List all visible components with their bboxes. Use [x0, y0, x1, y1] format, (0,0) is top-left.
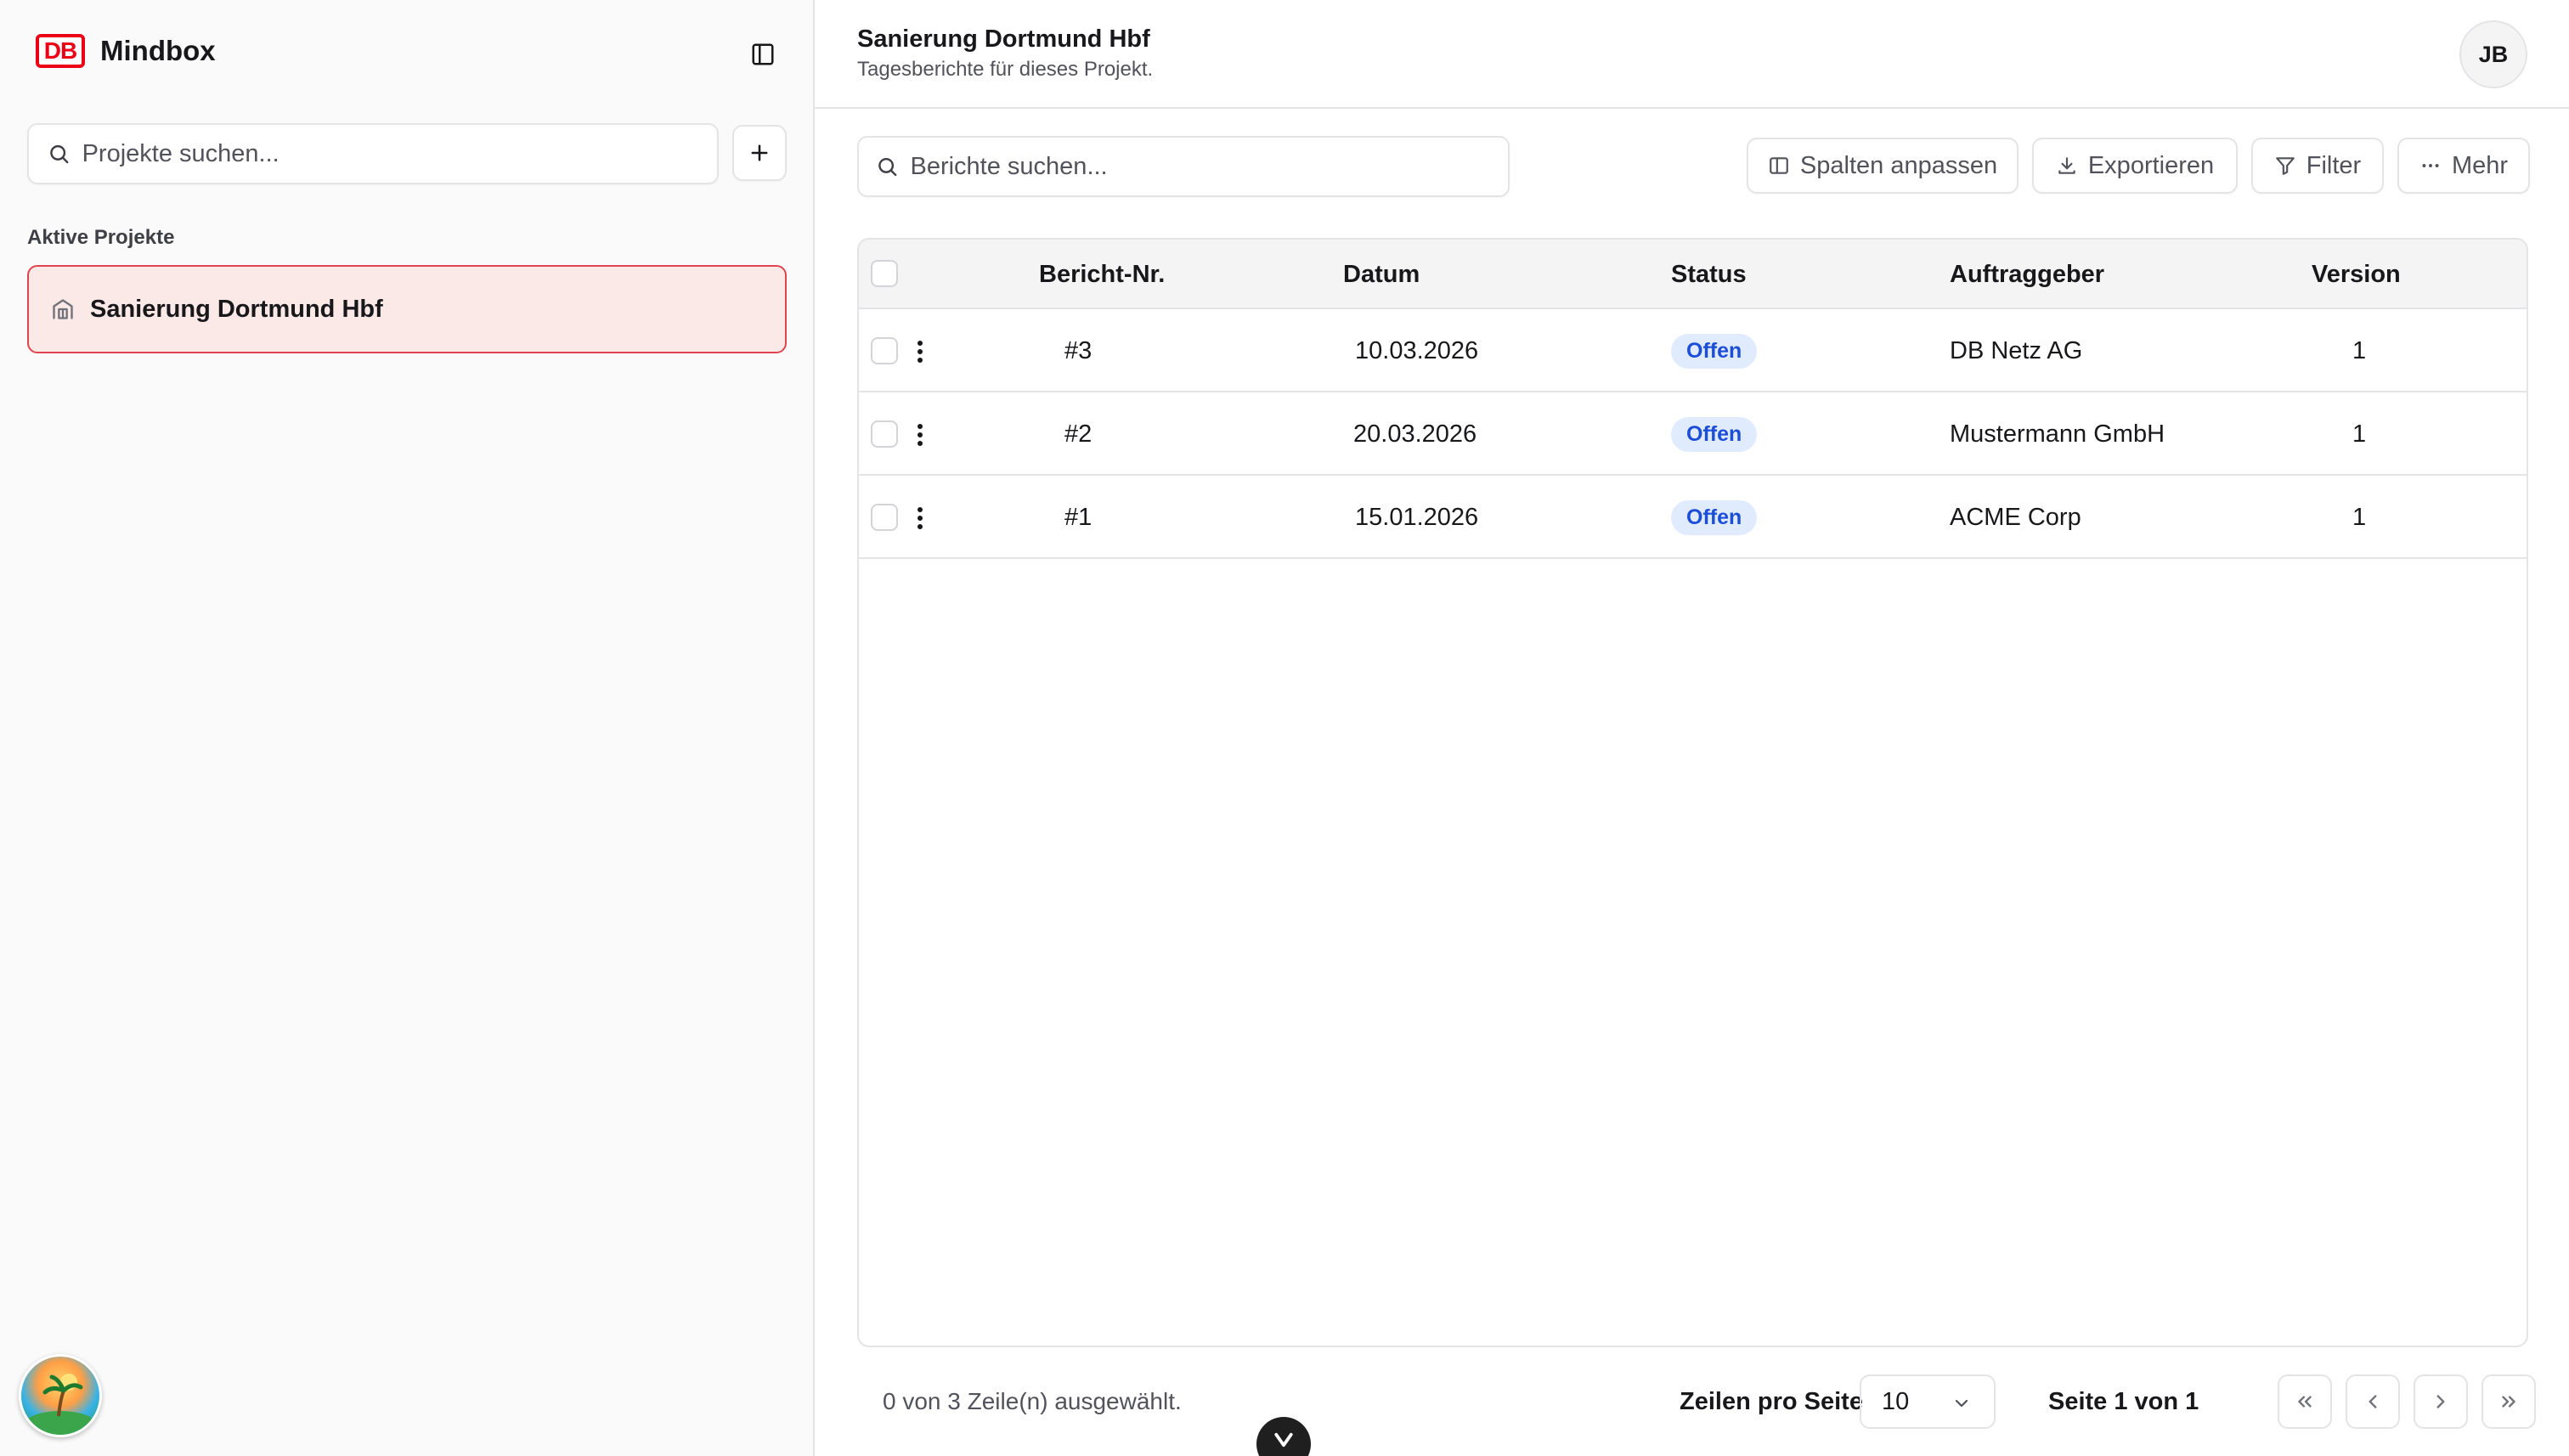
search-icon	[878, 157, 897, 177]
filter-icon	[2275, 157, 2295, 175]
chevrons-right-icon	[2502, 1396, 2515, 1408]
chevron-down-icon	[1274, 1432, 1293, 1448]
columns-icon	[1770, 157, 1788, 174]
main-content: Sanierung Dortmund Hbf Tagesberichte für…	[815, 0, 2569, 1456]
panel-left-icon	[752, 43, 774, 65]
row-actions-button[interactable]	[908, 418, 932, 452]
row-checkbox[interactable]	[871, 504, 898, 531]
island-icon	[26, 1374, 94, 1435]
column-header-version[interactable]: Version	[2312, 240, 2401, 309]
project-search-input[interactable]	[82, 139, 717, 168]
previous-page-button[interactable]	[2346, 1374, 2400, 1429]
cell-version: 1	[2352, 336, 2367, 364]
sidebar-item-project[interactable]: Sanierung Dortmund Hbf	[27, 265, 787, 353]
page-info: Seite 1 von 1	[2048, 1388, 2199, 1415]
cell-status: Offen	[1671, 392, 1758, 476]
column-header-datum[interactable]: Datum	[1343, 240, 1420, 309]
table-row[interactable]: #3 10.03.2026 Offen DB Netz AG 1	[859, 309, 2527, 392]
page-title: Sanierung Dortmund Hbf	[857, 25, 1150, 53]
columns-button[interactable]: Spalten anpassen	[1747, 138, 2019, 194]
sidebar: DB Mindbox Aktive Projekte Sanierung Dor	[0, 0, 815, 1456]
add-project-button[interactable]	[732, 125, 787, 181]
export-button-label: Exportieren	[2087, 151, 2215, 179]
table-header-row: Bericht-Nr. Datum Status Auftraggeber Ve…	[859, 240, 2527, 309]
more-button[interactable]: Mehr	[2397, 138, 2530, 194]
cell-nr: #2	[1064, 420, 1093, 448]
row-checkbox[interactable]	[871, 337, 898, 364]
row-actions-button[interactable]	[908, 501, 932, 535]
first-page-button[interactable]	[2278, 1374, 2332, 1429]
building-icon	[53, 299, 73, 319]
floating-toolbar-button[interactable]	[1256, 1417, 1311, 1456]
plus-icon	[751, 144, 768, 161]
filter-button-label: Filter	[2306, 151, 2362, 179]
export-button[interactable]: Exportieren	[2032, 138, 2238, 194]
more-horizontal-icon	[2422, 164, 2439, 167]
more-vertical-icon	[918, 424, 923, 446]
columns-button-label: Spalten anpassen	[1799, 151, 1998, 179]
report-search-input[interactable]	[910, 152, 1508, 181]
cell-auftraggeber: DB Netz AG	[1950, 336, 2083, 364]
cell-auftraggeber: ACME Corp	[1950, 503, 2081, 531]
cell-nr: #1	[1064, 503, 1093, 531]
cell-version: 1	[2352, 420, 2367, 448]
profile-avatar-image[interactable]	[19, 1354, 102, 1437]
row-actions-button[interactable]	[908, 335, 932, 369]
project-search-field[interactable]	[27, 123, 719, 184]
chevron-right-icon	[2436, 1395, 2445, 1408]
chevron-left-icon	[2369, 1395, 2377, 1408]
cell-datum: 15.01.2026	[1355, 503, 1479, 531]
report-search-field[interactable]	[857, 136, 1510, 197]
page-header: Sanierung Dortmund Hbf Tagesberichte für…	[815, 0, 2569, 109]
table-row[interactable]: #1 15.01.2026 Offen ACME Corp 1	[859, 476, 2527, 559]
page-subtitle: Tagesberichte für dieses Projekt.	[857, 58, 1154, 81]
rows-per-page-label: Zeilen pro Seite	[1680, 1388, 1863, 1415]
cell-version: 1	[2352, 503, 2367, 531]
status-badge: Offen	[1671, 333, 1758, 369]
cell-nr: #3	[1064, 336, 1093, 364]
cell-auftraggeber: Mustermann GmbH	[1950, 420, 2165, 448]
project-label: Sanierung Dortmund Hbf	[90, 295, 383, 323]
filter-button[interactable]: Filter	[2251, 138, 2384, 194]
download-icon	[2058, 157, 2075, 174]
chevrons-left-icon	[2298, 1396, 2312, 1408]
next-page-button[interactable]	[2414, 1374, 2468, 1429]
row-checkbox[interactable]	[871, 420, 898, 448]
db-logo: DB	[36, 34, 85, 68]
cell-status: Offen	[1671, 309, 1758, 392]
sidebar-toggle-button[interactable]	[744, 37, 782, 71]
column-header-status[interactable]: Status	[1671, 240, 1747, 309]
app-root: DB Mindbox Aktive Projekte Sanierung Dor	[0, 0, 2569, 1456]
select-all-checkbox[interactable]	[871, 260, 898, 287]
table-row[interactable]: #2 20.03.2026 Offen Mustermann GmbH 1	[859, 392, 2527, 476]
status-badge: Offen	[1671, 499, 1758, 535]
more-vertical-icon	[918, 507, 923, 529]
section-label-active-projects: Aktive Projekte	[27, 226, 175, 249]
chevron-down-icon	[1955, 1399, 1968, 1408]
rows-per-page-value: 10	[1882, 1387, 1910, 1415]
cell-datum: 10.03.2026	[1355, 336, 1479, 364]
cell-status: Offen	[1671, 476, 1758, 559]
cell-datum: 20.03.2026	[1353, 420, 1477, 448]
brand-name: Mindbox	[100, 35, 216, 66]
column-header-auftraggeber[interactable]: Auftraggeber	[1950, 240, 2104, 309]
column-header-nr[interactable]: Bericht-Nr.	[1039, 240, 1165, 309]
rows-per-page-select[interactable]: 10	[1860, 1374, 1996, 1429]
user-avatar[interactable]: JB	[2459, 20, 2527, 88]
more-button-label: Mehr	[2451, 151, 2509, 179]
brand[interactable]: DB Mindbox	[36, 34, 216, 68]
reports-table: Bericht-Nr. Datum Status Auftraggeber Ve…	[857, 238, 2528, 1347]
search-icon	[50, 144, 69, 164]
status-badge: Offen	[1671, 416, 1758, 452]
more-vertical-icon	[918, 341, 923, 363]
selection-count-text: 0 von 3 Zeile(n) ausgewählt.	[883, 1388, 1182, 1414]
last-page-button[interactable]	[2481, 1374, 2536, 1429]
